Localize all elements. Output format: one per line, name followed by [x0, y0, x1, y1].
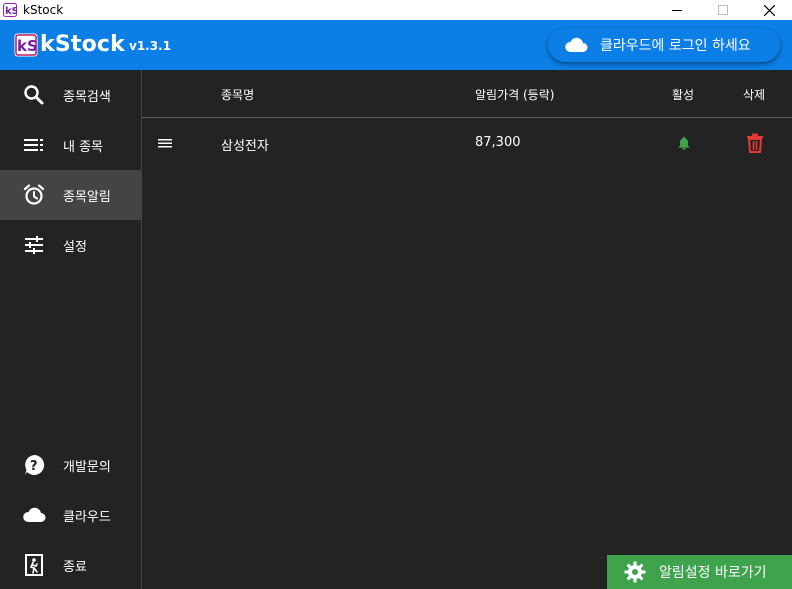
sidebar-item-label: 종목알림 — [63, 189, 111, 205]
cloud-login-button[interactable]: 클라우드에 로그인 하세요 — [548, 28, 780, 62]
column-header-name: 종목명 — [221, 88, 255, 102]
cloud-login-label: 클라우드에 로그인 하세요 — [600, 38, 751, 54]
table-row: 삼성전자 87,300 — [142, 119, 792, 167]
sidebar-item-label: 설정 — [63, 239, 87, 255]
sidebar: 종목검색 내 종목 종목알림 설정 ? 개발문의 클라우드 종료 — [0, 70, 142, 589]
cloud-icon — [23, 507, 46, 522]
gear-icon — [624, 561, 646, 583]
drag-handle-icon[interactable] — [158, 137, 172, 149]
sidebar-item-label: 내 종목 — [63, 139, 104, 155]
column-header-price: 알림가격 (등락) — [475, 88, 555, 102]
sidebar-item-settings[interactable]: 설정 — [0, 220, 141, 270]
minimize-icon — [672, 10, 682, 11]
search-icon — [24, 85, 44, 105]
table-header: 종목명 알림가격 (등락) 활성 삭제 — [142, 70, 792, 118]
cloud-icon — [565, 37, 588, 52]
sliders-icon — [25, 236, 43, 254]
window-titlebar: kS kStock — [0, 0, 792, 20]
bell-icon[interactable] — [676, 135, 692, 151]
exit-icon — [25, 554, 43, 576]
help-icon: ? — [25, 454, 45, 475]
sidebar-item-contact-dev[interactable]: ? 개발문의 — [0, 440, 141, 490]
alarm-settings-label: 알림설정 바로가기 — [659, 565, 767, 581]
list-icon — [24, 139, 43, 151]
column-header-active: 활성 — [672, 88, 695, 102]
alarm-settings-shortcut-button[interactable]: 알림설정 바로가기 — [607, 555, 792, 589]
maximize-button[interactable] — [700, 0, 746, 20]
close-icon — [763, 4, 775, 16]
sidebar-item-exit[interactable]: 종료 — [0, 540, 141, 589]
sidebar-item-my-stocks[interactable]: 내 종목 — [0, 120, 141, 170]
brand-mark-icon: kS — [14, 33, 38, 56]
svg-text:kS: kS — [17, 37, 38, 55]
app-header: kS kStock v1.3.1 클라우드에 로그인 하세요 — [0, 20, 792, 70]
alarm-table: 종목명 알림가격 (등락) 활성 삭제 삼성전자 87,300 — [142, 70, 792, 589]
brand-logo: kS kStock — [14, 32, 125, 57]
close-button[interactable] — [746, 0, 792, 20]
sidebar-item-cloud[interactable]: 클라우드 — [0, 490, 141, 540]
trash-icon[interactable] — [746, 133, 764, 153]
app-logo-icon: kS — [3, 3, 17, 17]
svg-text:?: ? — [30, 459, 38, 474]
alarm-clock-icon — [23, 184, 45, 205]
app-version: v1.3.1 — [129, 39, 171, 53]
sidebar-item-label: 종목검색 — [63, 89, 111, 105]
stock-name: 삼성전자 — [221, 139, 269, 154]
column-header-delete: 삭제 — [743, 88, 766, 102]
brand-name: kStock — [40, 32, 125, 57]
sidebar-item-stock-alarm[interactable]: 종목알림 — [0, 170, 141, 220]
minimize-button[interactable] — [654, 0, 700, 20]
alarm-price: 87,300 — [475, 135, 521, 150]
maximize-icon — [718, 5, 728, 15]
svg-text:kS: kS — [5, 6, 17, 17]
window-title: kStock — [23, 3, 64, 17]
sidebar-item-label: 종료 — [63, 559, 87, 575]
sidebar-item-search[interactable]: 종목검색 — [0, 70, 141, 120]
sidebar-item-label: 클라우드 — [63, 509, 111, 525]
sidebar-item-label: 개발문의 — [63, 459, 111, 475]
